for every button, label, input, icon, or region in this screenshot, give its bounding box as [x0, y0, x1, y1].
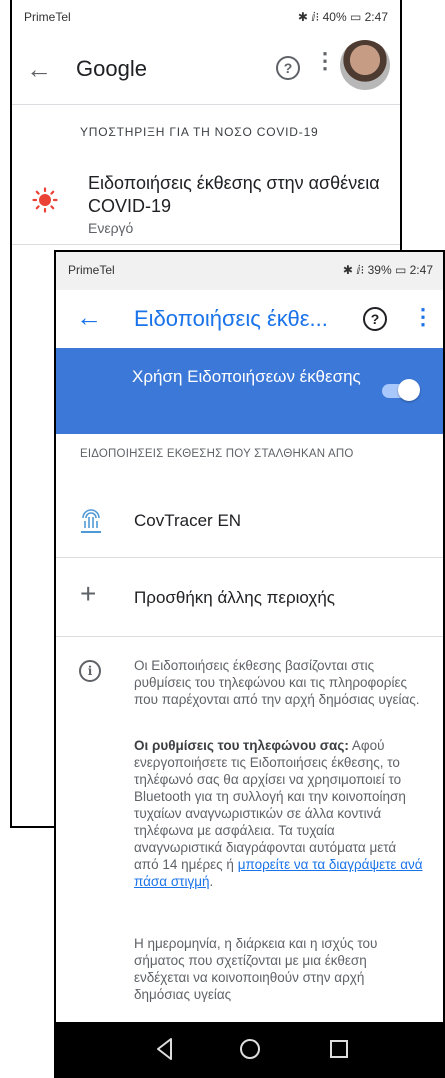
divider: [56, 636, 443, 637]
covtracer-logo-icon: [81, 509, 101, 533]
divider: [12, 244, 400, 245]
status-indicators: ✱ ⅈ⁝ 39% ▭ 2:47: [342, 263, 433, 277]
info-paragraph-phone-settings: Οι ρυθμίσεις του τηλεφώνου σας: Αφού ενε…: [134, 737, 424, 890]
carrier-label: PrimeTel: [68, 263, 115, 277]
info-paragraph-sharing: Η ημερομηνία, η διάρκεια και η ισχύς του…: [134, 936, 378, 1002]
exposure-notification-icon: [32, 187, 58, 213]
carrier-label: PrimeTel: [24, 10, 71, 24]
plus-icon: +: [80, 578, 97, 609]
section-caption: ΕΙΔΟΠΟΙΗΣΕΙΣ ΕΚΘΕΣΗΣ ΠΟΥ ΣΤΑΛΘΗΚΑΝ ΑΠΟ: [80, 448, 354, 460]
exposure-notifications-item-status: Ενεργό: [88, 220, 134, 236]
list-item-app[interactable]: CovTracer EN: [56, 487, 443, 557]
info-body: Αφού ενεργοποιήσετε τις Ειδοποιήσεις έκθ…: [134, 738, 406, 872]
nav-recents-icon[interactable]: [330, 1040, 348, 1058]
toolbar: ← Google ? ⋮: [12, 34, 400, 104]
status-bar: PrimeTel ✱ ⅈ⁝ 39% ▭ 2:47: [56, 252, 443, 290]
banner-label: Χρήση Ειδοποιήσεων έκθεσης: [132, 367, 361, 386]
divider: [12, 104, 400, 105]
exposure-notifications-toggle[interactable]: [378, 379, 420, 401]
app-name: CovTracer EN: [134, 511, 242, 530]
use-exposure-notifications-banner[interactable]: Χρήση Ειδοποιήσεων έκθεσης: [56, 348, 443, 434]
arrow-left-icon[interactable]: ←: [76, 302, 102, 333]
info-icon: i: [79, 660, 101, 682]
arrow-left-icon[interactable]: ←: [26, 54, 52, 85]
status-bar: PrimeTel ✱ ⅈ⁝ 40% ▭ 2:47: [12, 0, 400, 34]
page-title: Ειδοποιήσεις έκθε...: [134, 306, 328, 331]
help-icon[interactable]: ?: [276, 56, 300, 80]
help-icon[interactable]: ?: [363, 307, 387, 331]
more-vert-icon[interactable]: ⋮: [412, 306, 434, 328]
system-nav-bar: [56, 1022, 443, 1076]
nav-back-icon[interactable]: [154, 1035, 174, 1063]
nav-home-icon[interactable]: [240, 1039, 260, 1059]
avatar[interactable]: [340, 40, 390, 90]
status-indicators: ✱ ⅈ⁝ 40% ▭ 2:47: [297, 10, 388, 24]
exposure-notifications-screen: PrimeTel ✱ ⅈ⁝ 39% ▭ 2:47 ← Ειδοποιήσεις …: [54, 250, 445, 1078]
info-paragraph: Οι Ειδοποιήσεις έκθεσης βασίζονται στις …: [134, 658, 420, 707]
add-region-item[interactable]: + Προσθήκη άλλης περιοχής: [56, 558, 443, 636]
info-heading: Οι ρυθμίσεις του τηλεφώνου σας:: [134, 738, 349, 753]
add-region-label: Προσθήκη άλλης περιοχής: [134, 588, 336, 607]
more-vert-icon[interactable]: ⋮: [314, 50, 336, 72]
info-end: .: [209, 874, 214, 889]
toggle-knob: [398, 379, 420, 401]
toolbar: ← Ειδοποιήσεις έκθε... ? ⋮: [56, 290, 443, 348]
exposure-notifications-item-title[interactable]: Ειδοποιήσεις έκθεσης στην ασθένεια COVID…: [88, 172, 388, 218]
page-title: Google: [76, 56, 147, 81]
section-heading: ΥΠΟΣΤΗΡΙΞΗ ΓΙΑ ΤΗ ΝΟΣΟ COVID-19: [80, 125, 319, 139]
